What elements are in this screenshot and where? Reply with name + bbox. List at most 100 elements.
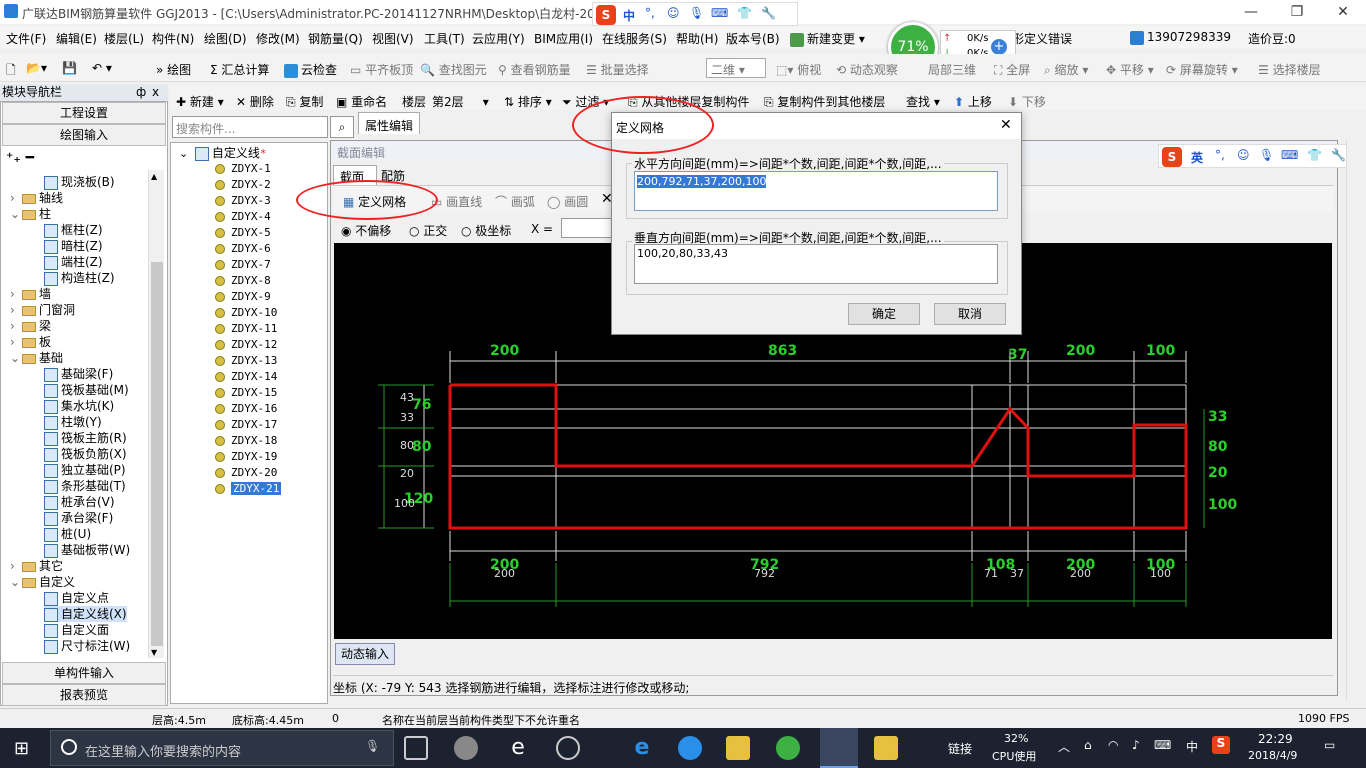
tree-item[interactable]: › 轴线 bbox=[10, 190, 63, 206]
radio-orthogonal[interactable]: ○ 正交 bbox=[409, 222, 447, 239]
keyboard-icon[interactable]: ⌨ bbox=[1281, 148, 1298, 162]
tree-item[interactable]: 筏板基础(M) bbox=[44, 382, 129, 398]
edge-icon[interactable]: e bbox=[630, 736, 654, 760]
file-explorer-icon[interactable] bbox=[726, 736, 750, 760]
ime-lang[interactable]: 中 bbox=[623, 7, 635, 24]
windows-start-icon[interactable]: ⊞ bbox=[14, 738, 29, 759]
ime-toolbar[interactable]: S 中 °, ☺ 🎙 ⌨ 👕 🔧 bbox=[592, 2, 798, 26]
menu-help[interactable]: 帮助(H) bbox=[676, 30, 718, 47]
component-item[interactable]: ZDYX-2 bbox=[215, 177, 271, 193]
component-item[interactable]: ZDYX-21 bbox=[215, 481, 282, 497]
find-element-button[interactable]: 🔍 查找图元 bbox=[420, 61, 487, 78]
search-icon[interactable]: ⌕ bbox=[330, 116, 354, 138]
taskbar-search[interactable]: 在这里输入你要搜索的内容 🎙 bbox=[50, 730, 394, 766]
menu-view[interactable]: 视图(V) bbox=[372, 30, 414, 47]
tree-item[interactable]: 框柱(Z) bbox=[44, 222, 103, 238]
360-icon[interactable] bbox=[776, 736, 800, 760]
tree-item[interactable]: 端柱(Z) bbox=[44, 254, 103, 270]
fullscreen-button[interactable]: ⛶ 全屏 bbox=[994, 61, 1030, 78]
rotate-button[interactable]: ⟳ 屏幕旋转 ▾ bbox=[1166, 61, 1238, 78]
right-scrollbar[interactable] bbox=[1346, 140, 1364, 700]
draw-circle-button[interactable]: ◯ 画圆 bbox=[547, 193, 588, 210]
zoom-button[interactable]: ⌕ 缩放 ▾ bbox=[1044, 61, 1088, 78]
component-item[interactable]: ZDYX-10 bbox=[215, 305, 277, 321]
ime-toolbar-2[interactable]: S 英 °, ☺ 🎙 ⌨ 👕 🔧 bbox=[1158, 144, 1364, 168]
select-floor-button[interactable]: ☰ 选择楼层 bbox=[1258, 61, 1321, 78]
sogou-tray-icon[interactable]: S bbox=[1212, 736, 1230, 754]
wifi-icon[interactable]: ◠ bbox=[1108, 738, 1118, 752]
new-file-icon[interactable]: 🗋 bbox=[6, 61, 16, 82]
floor-select[interactable]: 第2层 ▾ bbox=[432, 93, 489, 110]
menu-shape-error[interactable]: 形定义错误 bbox=[1012, 30, 1072, 47]
tree-item[interactable]: › 墙 bbox=[10, 286, 51, 302]
network-tray-icon[interactable]: ⌂ bbox=[1084, 738, 1092, 752]
draw-input-button[interactable]: 绘图输入 bbox=[2, 124, 166, 146]
menu-version[interactable]: 版本号(B) bbox=[726, 30, 780, 47]
flat-top-button[interactable]: ▭ 平齐板顶 bbox=[350, 61, 413, 78]
collapse-icon[interactable]: ⌄ bbox=[179, 147, 188, 160]
report-preview-button[interactable]: 报表预览 bbox=[2, 684, 166, 706]
tree-item[interactable]: › 梁 bbox=[10, 318, 51, 334]
undo-icon[interactable]: ↶ ▾ bbox=[92, 61, 112, 75]
tree-item[interactable]: 自定义点 bbox=[44, 590, 109, 606]
close-button[interactable]: ✕ bbox=[1320, 0, 1366, 24]
tree-item[interactable]: 现浇板(B) bbox=[44, 174, 115, 190]
emoji-icon[interactable]: ☺ bbox=[667, 6, 680, 20]
component-item[interactable]: ZDYX-8 bbox=[215, 273, 271, 289]
scroll-down-icon[interactable]: ▼ bbox=[151, 648, 157, 657]
batch-select-button[interactable]: ☰ 批量选择 bbox=[586, 61, 649, 78]
view-mode-select[interactable]: 二维 ▾ bbox=[706, 58, 766, 78]
ok-button[interactable]: 确定 bbox=[848, 303, 920, 325]
radio-polar[interactable]: ○ 极坐标 bbox=[461, 222, 511, 239]
expand-toggle-icon[interactable]: › bbox=[10, 558, 22, 574]
component-item[interactable]: ZDYX-3 bbox=[215, 193, 271, 209]
emoji-icon[interactable]: ☺ bbox=[1237, 148, 1250, 162]
sort-button[interactable]: ⇅ 排序 ▾ bbox=[504, 93, 552, 110]
ime-tray[interactable]: 中 bbox=[1186, 738, 1198, 755]
component-root[interactable]: ⌄ 自定义线* bbox=[179, 145, 266, 161]
pin-icon[interactable]: ф bbox=[136, 84, 146, 101]
copy-button[interactable]: ⎘ 复制 bbox=[286, 93, 323, 110]
tree-item[interactable]: 基础板带(W) bbox=[44, 542, 130, 558]
radio-no-offset[interactable]: ◉ 不偏移 bbox=[341, 222, 391, 239]
ime-lang-en[interactable]: 英 bbox=[1191, 149, 1203, 166]
component-item[interactable]: ZDYX-4 bbox=[215, 209, 271, 225]
tree-item[interactable]: 自定义线(X) bbox=[44, 606, 127, 622]
expand-all-icon[interactable]: ⁺₊ ━ bbox=[6, 150, 34, 166]
fan-app-icon[interactable] bbox=[454, 736, 478, 760]
ggj-app-icon[interactable] bbox=[820, 728, 858, 768]
keyboard-tray-icon[interactable]: ⌨ bbox=[1154, 738, 1171, 752]
component-item[interactable]: ZDYX-18 bbox=[215, 433, 277, 449]
component-item[interactable]: ZDYX-15 bbox=[215, 385, 277, 401]
cloud-check-button[interactable]: 云检查 bbox=[284, 61, 337, 78]
scroll-thumb[interactable] bbox=[151, 262, 163, 646]
mic-icon[interactable]: 🎙 bbox=[365, 739, 380, 753]
calc-button[interactable]: Σ 汇总计算 bbox=[210, 61, 269, 78]
draw-line-button[interactable]: ▭ 画直线 bbox=[431, 193, 482, 210]
rename-button[interactable]: ▣ 重命名 bbox=[336, 93, 387, 110]
tree-item[interactable]: 独立基础(P) bbox=[44, 462, 126, 478]
tree-item[interactable]: › 门窗洞 bbox=[10, 302, 75, 318]
component-item[interactable]: ZDYX-11 bbox=[215, 321, 277, 337]
tree-item[interactable]: 条形基础(T) bbox=[44, 478, 126, 494]
tree-item[interactable]: 桩(U) bbox=[44, 526, 91, 542]
component-item[interactable]: ZDYX-13 bbox=[215, 353, 277, 369]
section-outline[interactable] bbox=[448, 383, 1188, 530]
component-item[interactable]: ZDYX-17 bbox=[215, 417, 277, 433]
tab-property-edit[interactable]: 属性编辑 bbox=[358, 112, 420, 134]
wrench-icon[interactable]: 🔧 bbox=[1331, 148, 1346, 162]
expand-toggle-icon[interactable]: › bbox=[10, 302, 22, 318]
restore-button[interactable]: ❐ bbox=[1274, 0, 1320, 24]
dynamic-view-button[interactable]: ⟲ 动态观察 bbox=[836, 61, 898, 78]
link-label[interactable]: 链接 bbox=[948, 740, 972, 757]
menu-bim[interactable]: BIM应用(I) bbox=[534, 30, 593, 47]
scroll-up-icon[interactable]: ▲ bbox=[151, 172, 157, 181]
dynamic-input-button[interactable]: 动态输入 bbox=[335, 643, 395, 665]
expand-toggle-icon[interactable]: › bbox=[10, 286, 22, 302]
cancel-button[interactable]: 取消 bbox=[934, 303, 1006, 325]
new-component-button[interactable]: ✚ 新建 ▾ bbox=[176, 93, 224, 110]
notes-icon[interactable] bbox=[874, 736, 898, 760]
project-settings-button[interactable]: 工程设置 bbox=[2, 102, 166, 124]
tree-item[interactable]: 承台梁(F) bbox=[44, 510, 113, 526]
component-search-input[interactable]: 搜索构件... bbox=[172, 116, 328, 138]
